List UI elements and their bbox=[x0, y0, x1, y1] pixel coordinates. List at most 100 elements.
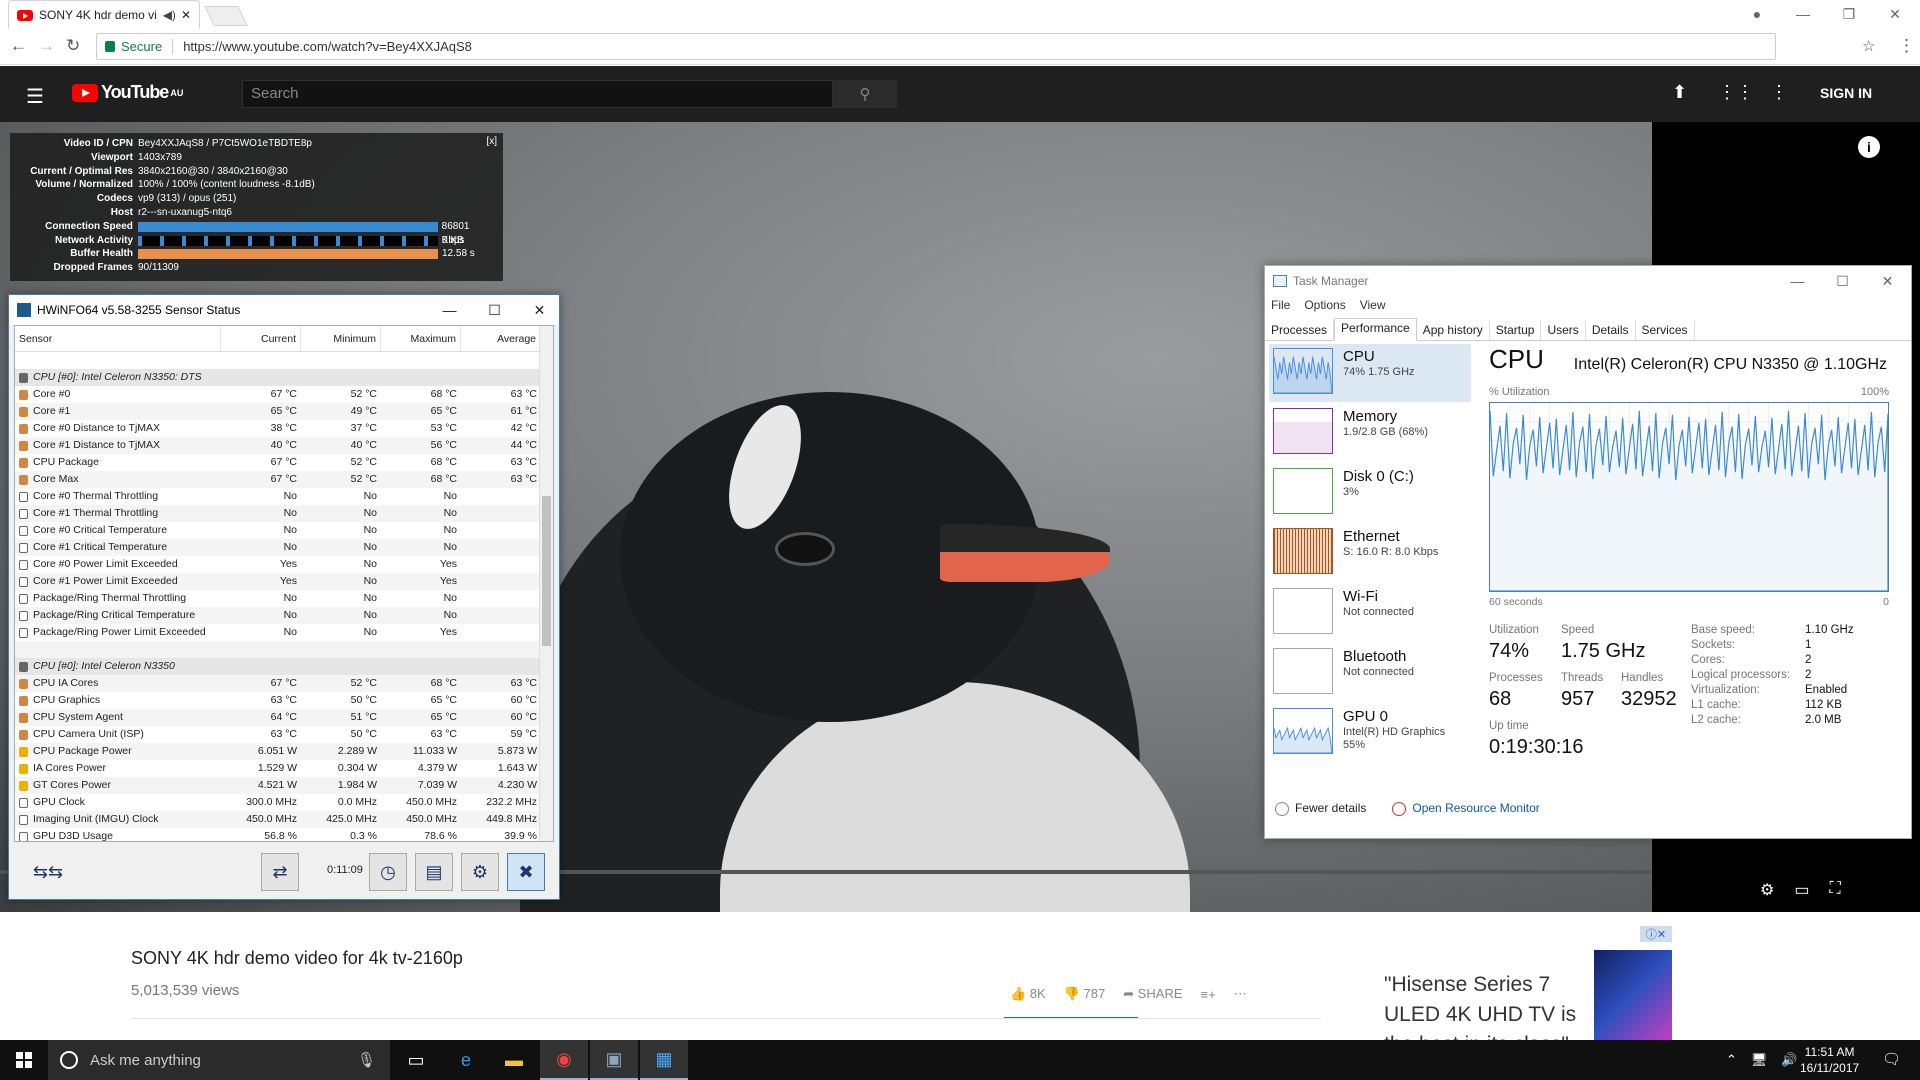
dislike-button[interactable]: 👎 787 bbox=[1064, 986, 1106, 1002]
resource-item-bluetooth[interactable]: Bluetooth Not connected bbox=[1269, 644, 1471, 702]
column-header-average[interactable]: Average bbox=[461, 326, 541, 352]
add-report-icon[interactable]: ▤ bbox=[415, 853, 453, 891]
sensor-row[interactable]: Core #1 Thermal Throttling No No No bbox=[15, 505, 553, 522]
clock-icon[interactable]: ◷ bbox=[369, 853, 407, 891]
sensor-row[interactable]: CPU IA Cores 67 °C 52 °C 68 °C 63 °C bbox=[15, 675, 553, 692]
sensor-row[interactable]: Core #1 Distance to TjMAX 40 °C 40 °C 56 °C… bbox=[15, 437, 553, 454]
cortana-search-box[interactable]: Ask me anything 🎙 bbox=[48, 1040, 390, 1080]
menu-view[interactable]: View bbox=[1360, 298, 1386, 312]
tab-users[interactable]: Users bbox=[1541, 321, 1586, 340]
stats-close-button[interactable]: [x] bbox=[486, 136, 497, 147]
sensor-row[interactable]: Core #1 Critical Temperature No No No bbox=[15, 539, 553, 556]
sensor-row[interactable]: Core #1 65 °C 49 °C 65 °C 61 °C bbox=[15, 403, 553, 420]
info-icon[interactable]: i bbox=[1858, 136, 1880, 158]
sensor-row[interactable]: Core #0 67 °C 52 °C 68 °C 63 °C bbox=[15, 386, 553, 403]
more-actions-icon[interactable]: ⋯ bbox=[1234, 986, 1247, 1002]
sensor-row[interactable]: CPU Package 67 °C 52 °C 68 °C 63 °C bbox=[15, 454, 553, 471]
tab-close-icon[interactable]: ✕ bbox=[181, 8, 191, 22]
resource-item-memory[interactable]: Memory 1.9/2.8 GB (68%) bbox=[1269, 404, 1471, 462]
fullscreen-icon[interactable]: ⛶ bbox=[1829, 880, 1840, 900]
sensor-row[interactable]: CPU Camera Unit (ISP) 63 °C 50 °C 63 °C 59 °… bbox=[15, 726, 553, 743]
tm-minimize-button[interactable]: — bbox=[1775, 266, 1820, 296]
profile-icon[interactable]: ● bbox=[1734, 0, 1780, 28]
tab-performance[interactable]: Performance bbox=[1334, 318, 1417, 341]
resource-item-ethernet[interactable]: Ethernet S: 16.0 R: 8.0 Kbps bbox=[1269, 524, 1471, 582]
resource-item-cpu[interactable]: CPU 74% 1.75 GHz bbox=[1269, 344, 1471, 402]
guide-menu-icon[interactable]: ☰ bbox=[26, 84, 44, 109]
volume-icon[interactable]: 🔊 bbox=[1781, 1052, 1797, 1068]
sensor-row[interactable]: Package/Ring Critical Temperature No No No bbox=[15, 607, 553, 624]
menu-file[interactable]: File bbox=[1271, 298, 1290, 312]
chrome-taskbar-icon[interactable]: ◉ bbox=[540, 1040, 588, 1080]
address-bar[interactable]: Secure https://www.youtube.com/watch?v=B… bbox=[96, 33, 1776, 60]
start-button[interactable] bbox=[0, 1040, 48, 1080]
close-window-button[interactable]: ✕ bbox=[1872, 0, 1918, 28]
sensor-row[interactable]: Core #0 Thermal Throttling No No No bbox=[15, 488, 553, 505]
taskbar-clock[interactable]: 11:51 AM 16/11/2017 bbox=[1800, 1044, 1859, 1076]
bookmark-star-icon[interactable]: ☆ bbox=[1862, 37, 1875, 55]
sensor-row[interactable]: CPU Graphics 63 °C 50 °C 65 °C 60 °C bbox=[15, 692, 553, 709]
sensor-row[interactable]: Package/Ring Power Limit Exceeded No No Yes bbox=[15, 624, 553, 641]
task-view-icon[interactable]: ▭ bbox=[392, 1040, 440, 1080]
audio-playing-icon[interactable]: ◀) bbox=[163, 8, 176, 22]
ad-text[interactable]: "Hisense Series 7 ULED 4K UHD TV is the … bbox=[1384, 970, 1584, 1040]
sensor-group-row[interactable]: CPU [#0]: Intel Celeron N3350: DTS bbox=[15, 369, 553, 386]
share-button[interactable]: ➦ SHARE bbox=[1123, 986, 1182, 1002]
column-header-maximum[interactable]: Maximum bbox=[381, 326, 461, 352]
sensor-row[interactable]: Imaging Unit (IMGU) Clock 450.0 MHz 425.0 … bbox=[15, 811, 553, 828]
scroll-thumb[interactable] bbox=[542, 496, 551, 646]
sensor-row[interactable]: Core #0 Distance to TjMAX 38 °C 37 °C 53 °C… bbox=[15, 420, 553, 437]
microphone-icon[interactable]: 🎙 bbox=[357, 1051, 376, 1069]
sensor-row[interactable]: GT Cores Power 4.521 W 1.984 W 7.039 W 4.230… bbox=[15, 777, 553, 794]
tab-details[interactable]: Details bbox=[1586, 321, 1636, 340]
chrome-menu-icon[interactable]: ⋮ bbox=[1898, 36, 1915, 56]
sensor-row[interactable]: Package/Ring Thermal Throttling No No No bbox=[15, 590, 553, 607]
edge-icon[interactable]: e bbox=[442, 1040, 490, 1080]
column-header-current[interactable]: Current bbox=[221, 326, 301, 352]
hwinfo-taskbar-icon[interactable]: ▦ bbox=[640, 1040, 688, 1080]
network-tray-icon[interactable]: 🖥 bbox=[1751, 1052, 1768, 1068]
sign-in-button[interactable]: SIGN IN bbox=[1820, 85, 1872, 101]
sensor-row[interactable]: CPU System Agent 64 °C 51 °C 65 °C 60 °C bbox=[15, 709, 553, 726]
sensor-row[interactable]: GPU Clock 300.0 MHz 0.0 MHz 450.0 MHz 232.2 … bbox=[15, 794, 553, 811]
search-input[interactable]: Search bbox=[242, 80, 833, 108]
tm-close-button[interactable]: ✕ bbox=[1865, 266, 1910, 296]
theater-mode-icon[interactable]: ▭ bbox=[1794, 880, 1809, 900]
reload-icon[interactable]: ↻ bbox=[66, 36, 80, 56]
tab-startup[interactable]: Startup bbox=[1490, 321, 1542, 340]
hwinfo-maximize-button[interactable]: ☐ bbox=[472, 295, 517, 325]
tab-services[interactable]: Services bbox=[1636, 321, 1695, 340]
settings-icon[interactable]: ⚙ bbox=[461, 853, 499, 891]
restore-window-button[interactable]: ❐ bbox=[1826, 0, 1872, 28]
like-button[interactable]: 👍 8K bbox=[1010, 986, 1046, 1002]
tab-processes[interactable]: Processes bbox=[1265, 321, 1335, 340]
fewer-details-button[interactable]: Fewer details bbox=[1275, 801, 1366, 816]
ad-close-icon[interactable]: ⓘ✕ bbox=[1640, 926, 1672, 942]
tm-maximize-button[interactable]: ☐ bbox=[1820, 266, 1865, 296]
search-icon[interactable]: ⚲ bbox=[833, 80, 897, 108]
resource-item-disk-0-c-[interactable]: Disk 0 (C:) 3% bbox=[1269, 464, 1471, 522]
sensor-scrollbar[interactable] bbox=[539, 326, 553, 841]
apps-grid-icon[interactable]: ⋮⋮ bbox=[1718, 82, 1754, 103]
tray-overflow-icon[interactable]: ⌃ bbox=[1726, 1052, 1737, 1068]
resource-item-wi-fi[interactable]: Wi-Fi Not connected bbox=[1269, 584, 1471, 642]
hwinfo-close-button[interactable]: ✕ bbox=[517, 295, 562, 325]
sensor-row[interactable]: CPU Package Power 6.051 W 2.289 W 11.033 W 5… bbox=[15, 743, 553, 760]
sensor-row[interactable]: Core #1 Power Limit Exceeded Yes No Yes bbox=[15, 573, 553, 590]
column-header-minimum[interactable]: Minimum bbox=[301, 326, 381, 352]
resource-item-gpu-0[interactable]: GPU 0 Intel(R) HD Graphics 55% bbox=[1269, 704, 1471, 762]
menu-options[interactable]: Options bbox=[1304, 298, 1345, 312]
sensor-group-row[interactable]: CPU [#0]: Intel Celeron N3350 bbox=[15, 658, 553, 675]
network-icon[interactable]: ⇄ bbox=[261, 853, 299, 891]
tab-app-history[interactable]: App history bbox=[1417, 321, 1490, 340]
settings-gear-icon[interactable]: ⚙ bbox=[1760, 880, 1774, 900]
back-icon[interactable]: ← bbox=[10, 36, 27, 56]
ad-image[interactable] bbox=[1594, 950, 1672, 1040]
action-center-icon[interactable]: 🗨 bbox=[1882, 1050, 1901, 1068]
hwinfo-minimize-button[interactable]: — bbox=[427, 295, 472, 325]
settings-more-icon[interactable]: ⋮ bbox=[1770, 82, 1788, 103]
sensor-row[interactable]: Core Max 67 °C 52 °C 68 °C 63 °C bbox=[15, 471, 553, 488]
sensor-row[interactable]: IA Cores Power 1.529 W 0.304 W 4.379 W 1.643… bbox=[15, 760, 553, 777]
task-manager-taskbar-icon[interactable]: ▣ bbox=[590, 1040, 638, 1080]
open-resource-monitor-link[interactable]: Open Resource Monitor bbox=[1392, 801, 1540, 816]
